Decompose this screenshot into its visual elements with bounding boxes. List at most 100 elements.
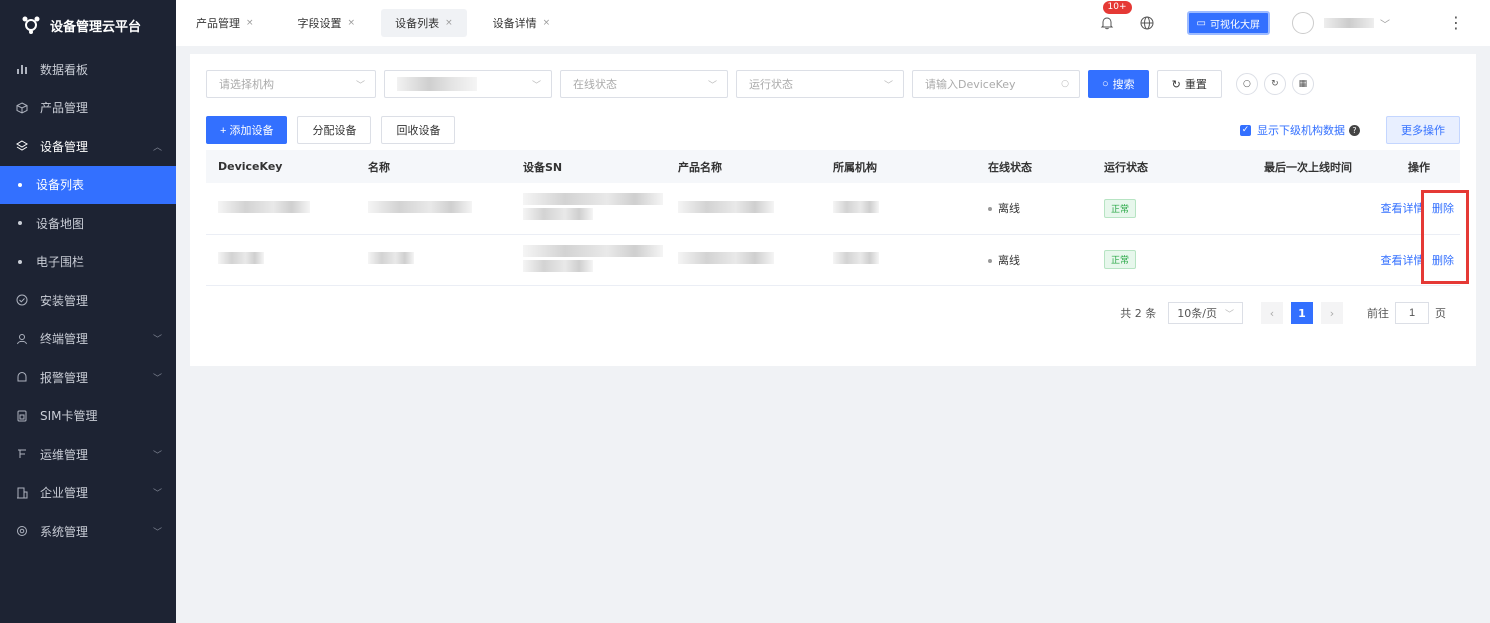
sidebar-item-enterprise[interactable]: 企业管理 ﹀ [0, 474, 176, 513]
col-online[interactable]: 在线状态 [976, 150, 1092, 183]
delete-link[interactable]: 删除 [1432, 254, 1454, 267]
sidebar-item-product[interactable]: 产品管理 [0, 89, 176, 128]
sim-icon [16, 410, 28, 422]
view-detail-link[interactable]: 查看详情 [1381, 202, 1425, 215]
tab-field-settings[interactable]: 字段设置 × [284, 9, 370, 37]
online-status-select[interactable]: 在线状态 ﹀ [560, 70, 728, 98]
next-page-icon[interactable]: › [1321, 302, 1343, 324]
col-org[interactable]: 所属机构 [821, 150, 976, 183]
tab-product[interactable]: 产品管理 × [182, 9, 268, 37]
col-last-online[interactable]: 最后一次上线时间 [1238, 150, 1366, 183]
reset-button-label: 重置 [1184, 79, 1207, 91]
bullet-icon [18, 182, 22, 187]
goto-page-input[interactable] [1395, 302, 1429, 324]
sidebar-item-sim[interactable]: SIM卡管理 [0, 397, 176, 436]
cell-last-online [1238, 234, 1366, 286]
logo-icon [22, 16, 40, 34]
sidebar-item-device[interactable]: 设备管理 ︿ [0, 127, 176, 166]
alarm-icon [16, 371, 28, 383]
table-header-row: DeviceKey 名称 设备SN 产品名称 所属机构 在线状态 运行状态 最后… [206, 150, 1460, 183]
sidebar-item-install[interactable]: 安装管理 [0, 281, 176, 320]
sidebar-item-ops[interactable]: 运维管理 ﹀ [0, 435, 176, 474]
close-icon[interactable]: × [348, 18, 356, 28]
search-button-label: 搜索 [1112, 79, 1135, 91]
chevron-down-icon: ﹀ [355, 80, 365, 91]
sidebar-item-label: 产品管理 [40, 101, 89, 116]
cell-name [356, 234, 511, 286]
goto-label: 前往 [1367, 307, 1389, 320]
tab-label: 设备列表 [395, 17, 440, 30]
sidebar-subitem-device-list[interactable]: 设备列表 [0, 165, 176, 204]
cell-product [666, 183, 821, 235]
tab-device-detail[interactable]: 设备详情 × [479, 9, 565, 37]
tab-label: 设备详情 [492, 17, 537, 30]
chevron-down-icon[interactable]: ﹀ [1380, 16, 1390, 31]
close-icon[interactable]: × [246, 18, 254, 28]
close-icon[interactable]: × [445, 18, 453, 28]
col-devicekey[interactable]: DeviceKey [206, 150, 356, 183]
show-sub-org-label[interactable]: 显示下级机构数据 [1257, 122, 1345, 138]
cell-sn [511, 234, 666, 286]
search-button[interactable]: ○ 搜索 [1088, 70, 1149, 98]
sidebar-item-label: 安装管理 [40, 293, 89, 308]
add-device-button[interactable]: + 添加设备 [206, 116, 288, 144]
org-select-secondary[interactable]: ﹀ [384, 70, 552, 98]
col-actions: 操作 [1366, 150, 1460, 183]
prev-page-icon[interactable]: ‹ [1261, 302, 1283, 324]
sidebar-item-label: SIM卡管理 [40, 409, 98, 424]
chevron-down-icon: ﹀ [152, 373, 162, 384]
notification-bell-icon[interactable]: 10+ [1097, 1, 1132, 33]
status-dot-icon [988, 207, 992, 212]
cell-org [821, 183, 976, 235]
grid-icon[interactable]: ▦ [1291, 73, 1314, 95]
monitor-icon: ▭ [1196, 17, 1206, 29]
col-name[interactable]: 名称 [356, 150, 511, 183]
sidebar-item-terminal[interactable]: 终端管理 ﹀ [0, 320, 176, 359]
pagination-total: 共 2 条 [1120, 307, 1157, 320]
avatar[interactable] [1292, 12, 1314, 34]
reset-button[interactable]: ↻ 重置 [1156, 70, 1222, 98]
close-icon[interactable]: × [543, 18, 551, 28]
delete-link[interactable]: 删除 [1432, 202, 1454, 215]
sidebar-subitem-geofence[interactable]: 电子围栏 [0, 243, 176, 282]
sidebar-item-dashboard[interactable]: 数据看板 [0, 50, 176, 89]
sidebar-subitem-device-map[interactable]: 设备地图 [0, 204, 176, 243]
cell-online: 离线 [976, 234, 1092, 286]
chevron-down-icon: ﹀ [707, 80, 717, 91]
chevron-down-icon: ﹀ [152, 335, 162, 346]
username-redacted[interactable] [1324, 18, 1374, 28]
page-number[interactable]: 1 [1291, 302, 1313, 324]
toggle-search-icon[interactable]: ○ [1235, 73, 1258, 95]
more-actions-button[interactable]: 更多操作 [1386, 116, 1460, 144]
page-suffix: 页 [1435, 307, 1446, 320]
device-table: DeviceKey 名称 设备SN 产品名称 所属机构 在线状态 运行状态 最后… [206, 150, 1460, 286]
show-sub-org-checkbox[interactable]: ✓ [1240, 124, 1251, 136]
assign-device-button[interactable]: 分配设备 [297, 116, 372, 144]
run-status-select[interactable]: 运行状态 ﹀ [736, 70, 904, 98]
tab-device-list[interactable]: 设备列表 × [381, 9, 467, 37]
sidebar-item-system[interactable]: 系统管理 ﹀ [0, 512, 176, 551]
help-icon[interactable]: ? [1349, 124, 1360, 136]
view-detail-link[interactable]: 查看详情 [1381, 254, 1425, 267]
col-sn[interactable]: 设备SN [511, 150, 666, 183]
tool-icon [16, 448, 28, 460]
globe-icon[interactable] [1139, 15, 1155, 31]
page-size-select[interactable]: 10条/页 ﹀ [1168, 302, 1243, 324]
col-run[interactable]: 运行状态 [1092, 150, 1238, 183]
refresh-icon[interactable]: ↻ [1263, 73, 1286, 95]
cell-sn [511, 183, 666, 235]
sidebar-item-label: 设备管理 [40, 139, 89, 154]
more-vertical-icon[interactable]: ⋮ [1448, 15, 1464, 31]
check-circle-icon [16, 294, 28, 306]
app-title: 设备管理云平台 [50, 19, 142, 35]
big-screen-button[interactable]: ▭ 可视化大屏 [1186, 11, 1270, 35]
org-select[interactable]: 请选择机构 ﹀ [206, 70, 376, 98]
sidebar-subitem-label: 电子围栏 [36, 255, 85, 270]
recycle-device-button[interactable]: 回收设备 [381, 116, 456, 144]
sidebar-item-alarm[interactable]: 报警管理 ﹀ [0, 358, 176, 397]
app-logo[interactable]: 设备管理云平台 [0, 0, 176, 50]
refresh-icon: ↻ [1171, 78, 1181, 91]
org-select-placeholder: 请选择机构 [219, 78, 274, 91]
col-product[interactable]: 产品名称 [666, 150, 821, 183]
devicekey-input[interactable]: 请输入DeviceKey ○ [912, 70, 1080, 98]
